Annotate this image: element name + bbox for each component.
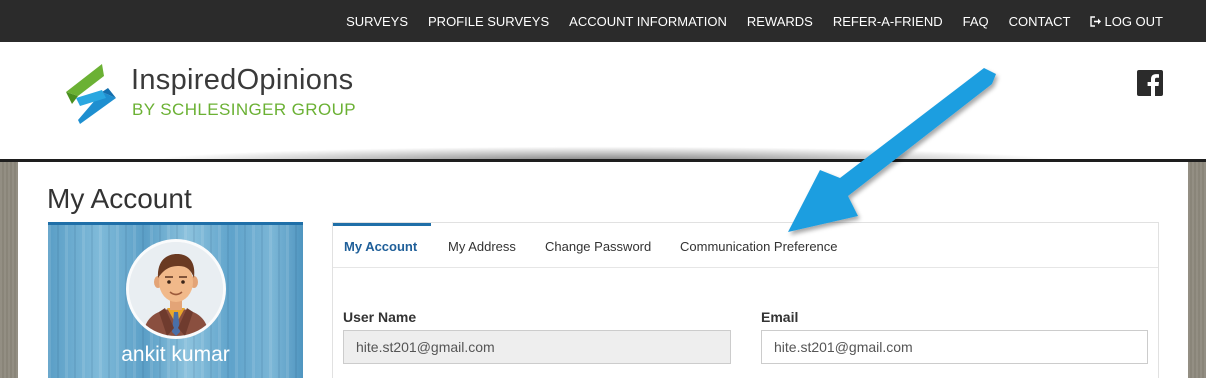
email-input[interactable] (761, 330, 1148, 364)
tab-my-address[interactable]: My Address (448, 223, 516, 268)
nav-faq[interactable]: FAQ (963, 14, 989, 29)
email-label: Email (761, 309, 799, 325)
nav-profile-surveys[interactable]: PROFILE SURVEYS (428, 14, 549, 29)
top-navigation-bar: SURVEYS PROFILE SURVEYS ACCOUNT INFORMAT… (0, 0, 1206, 42)
nav-refer-a-friend[interactable]: REFER-A-FRIEND (833, 14, 943, 29)
avatar-illustration (129, 242, 223, 336)
username-label: User Name (343, 309, 417, 325)
nav-logout[interactable]: LOG OUT (1090, 14, 1163, 29)
logout-label: LOG OUT (1104, 13, 1163, 29)
profile-card: ankit kumar (48, 222, 303, 378)
brand-tagline: BY SCHLESINGER GROUP (132, 100, 357, 119)
nav-account-information[interactable]: ACCOUNT INFORMATION (569, 14, 727, 29)
brand-name: InspiredOpinions (131, 64, 354, 96)
username-input[interactable] (343, 330, 731, 364)
nav-surveys[interactable]: SURVEYS (346, 14, 408, 29)
tab-communication-preference[interactable]: Communication Preference (680, 223, 838, 268)
tab-my-account[interactable]: My Account (333, 223, 431, 268)
logout-icon (1090, 15, 1102, 27)
logo-mark-icon (66, 64, 116, 124)
brand-logo[interactable]: InspiredOpinions BY SCHLESINGER GROUP (62, 62, 372, 126)
facebook-icon[interactable] (1137, 70, 1163, 96)
nav-rewards[interactable]: REWARDS (747, 14, 813, 29)
account-tabs: My Account My Address Change Password Co… (333, 223, 1158, 268)
nav-contact[interactable]: CONTACT (1009, 14, 1071, 29)
page-title: My Account (47, 183, 192, 214)
profile-name: ankit kumar (121, 343, 230, 366)
top-nav-menu: SURVEYS PROFILE SURVEYS ACCOUNT INFORMAT… (326, 0, 1163, 42)
user-avatar[interactable] (126, 239, 226, 339)
tab-change-password[interactable]: Change Password (545, 223, 651, 268)
